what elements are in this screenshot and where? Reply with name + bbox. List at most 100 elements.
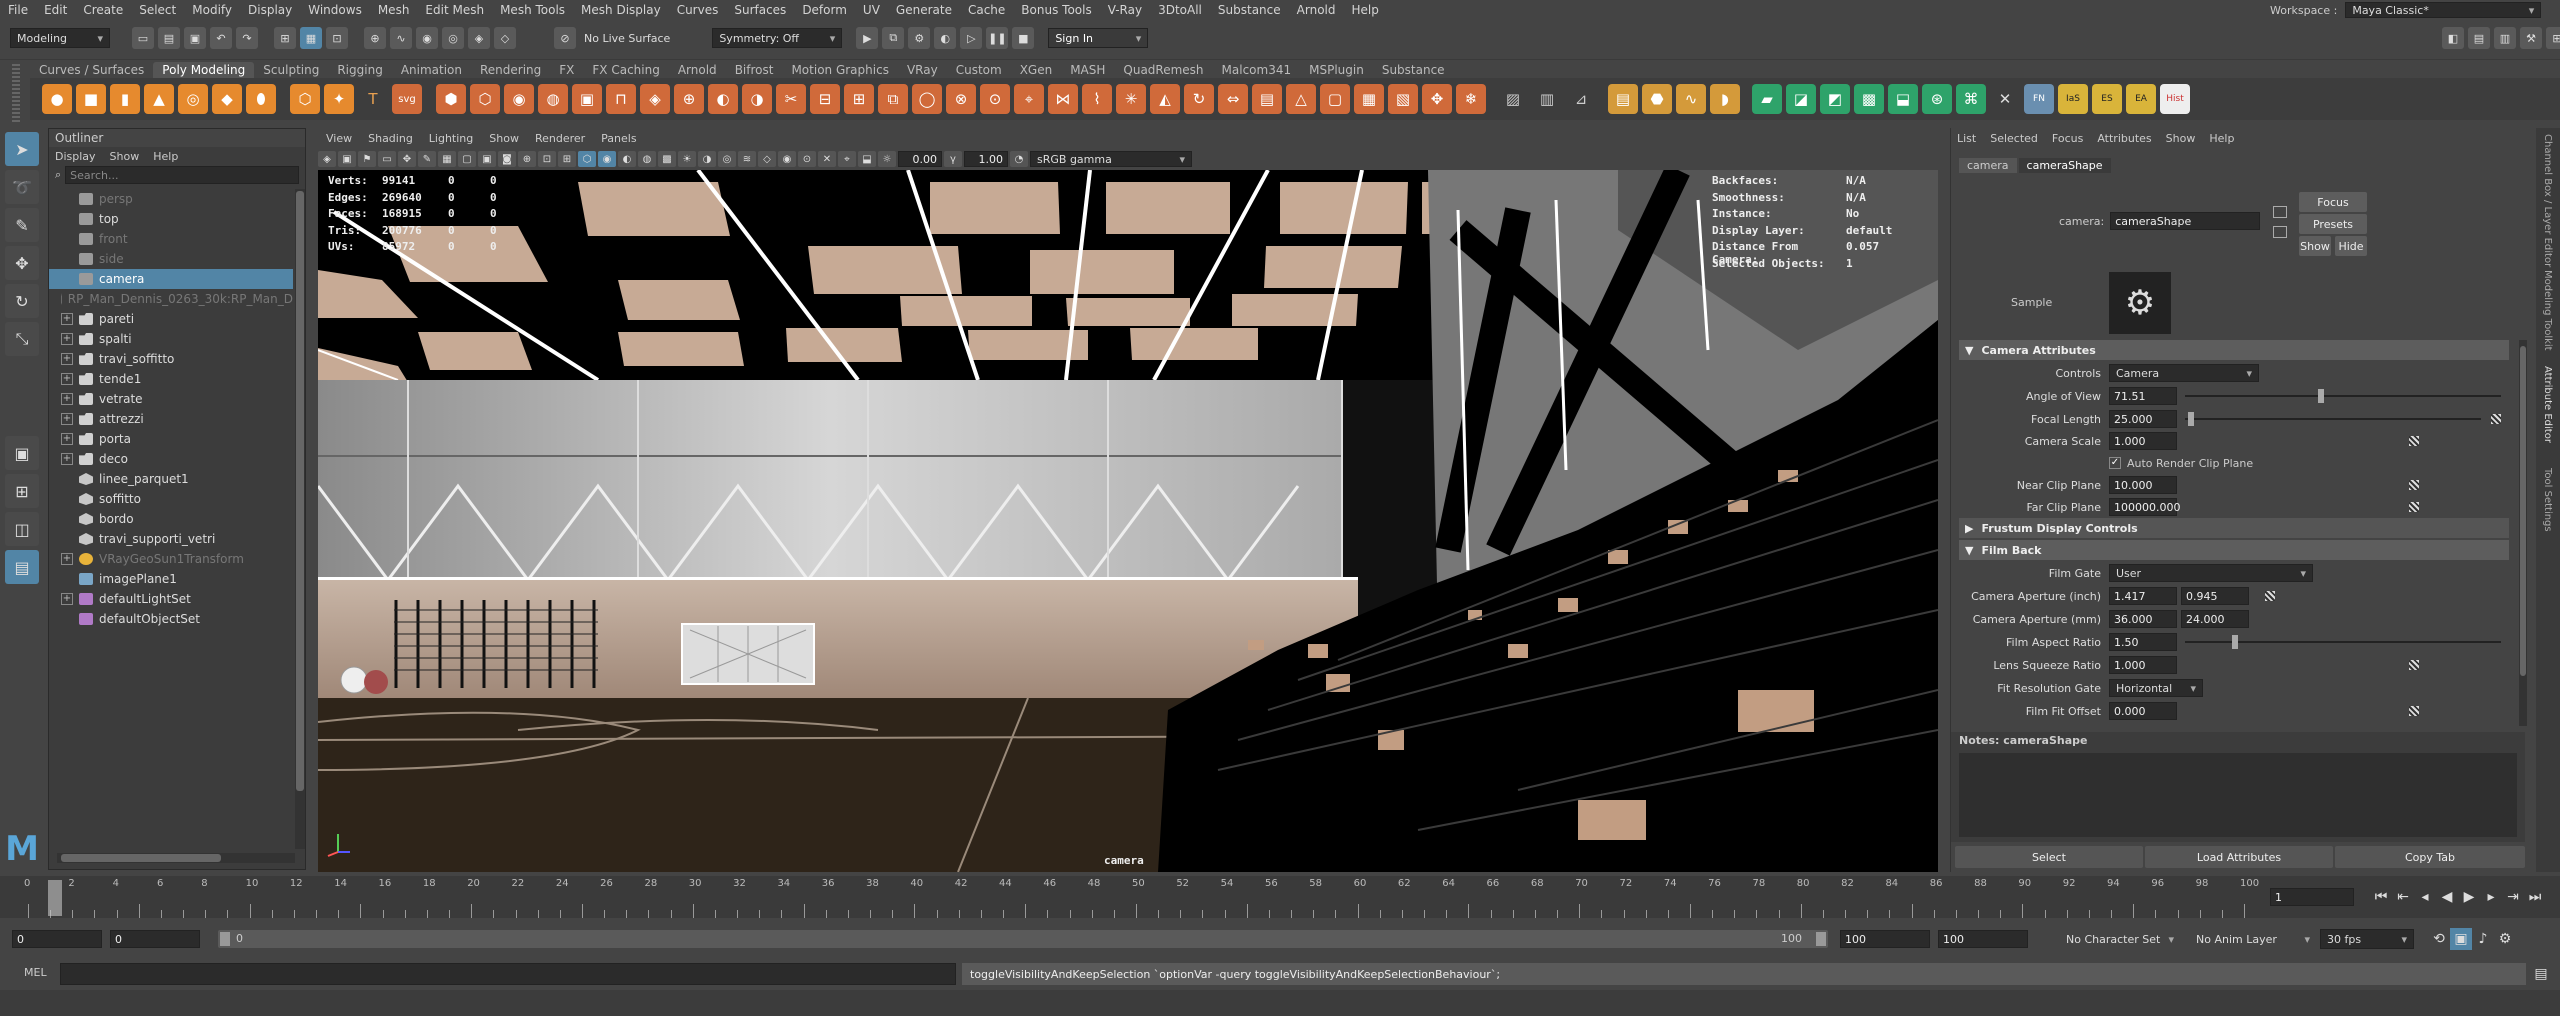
remesh-icon[interactable]: ▧	[1388, 84, 1418, 114]
menu-item[interactable]: Substance	[1210, 3, 1289, 17]
poly-torus-icon[interactable]: ◎	[178, 84, 208, 114]
outliner-item[interactable]: + deco	[49, 449, 293, 469]
current-time-marker[interactable]	[48, 880, 62, 916]
shadows-icon[interactable]: ◑	[698, 151, 716, 167]
copy-tab-button[interactable]: Copy Tab	[2335, 846, 2525, 868]
collapse-icon[interactable]: ⊗	[946, 84, 976, 114]
anim-layer-dropdown[interactable]: No Anim Layer	[2190, 929, 2316, 949]
multi-cut-icon[interactable]: ✂	[776, 84, 806, 114]
menu-item[interactable]: Create	[75, 3, 131, 17]
xray-joints-icon[interactable]: ⌖	[838, 151, 856, 167]
layout-single-icon[interactable]: ▣	[5, 436, 39, 470]
snap-surface-icon[interactable]: ◈	[468, 27, 490, 49]
toggle-tool-settings-icon[interactable]: ⚒	[2520, 27, 2542, 49]
xray-components-icon[interactable]: ⬓	[858, 151, 876, 167]
poly-cube-icon[interactable]: ■	[76, 84, 106, 114]
retopo-icon[interactable]: ▦	[1354, 84, 1384, 114]
expand-icon[interactable]: +	[61, 353, 73, 365]
step-back-key-icon[interactable]: ⇤	[2392, 886, 2414, 908]
script-language-toggle[interactable]: MEL	[24, 966, 47, 979]
character-set-dropdown[interactable]: No Character Set	[2060, 929, 2180, 949]
select-border-icon[interactable]: ▩	[1854, 84, 1884, 114]
viewport-menu-item[interactable]: Panels	[593, 132, 644, 145]
new-scene-icon[interactable]: ▭	[132, 27, 154, 49]
focal-length-knob[interactable]	[2187, 412, 2194, 426]
ae-vscrollbar[interactable]	[2519, 340, 2527, 726]
mirror-icon[interactable]: ⧉	[878, 84, 908, 114]
safe-title-icon[interactable]: ⊞	[558, 151, 576, 167]
channel-box-tab[interactable]: Channel Box / Layer Editor	[2542, 134, 2553, 267]
time-ruler[interactable]: 0 2 4 6 8 10 12 14 16 18 20 22 24 26 28 30 32 34 36 38 40 42 4…	[20, 876, 2260, 918]
menu-item[interactable]: Edit	[36, 3, 75, 17]
select-component-icon[interactable]: ⊡	[326, 27, 348, 49]
expand-icon[interactable]: +	[61, 393, 73, 405]
aperture-inch-y-field[interactable]: 0.945	[2181, 587, 2249, 605]
script-editor-icon[interactable]: ▤	[2530, 963, 2552, 985]
shelf-tab[interactable]: Sculpting	[254, 62, 328, 78]
layout-outliner-icon[interactable]: ▤	[5, 550, 39, 584]
poly-super-shape-icon[interactable]: ✦	[324, 84, 354, 114]
toggle-panel-icon[interactable]: ◧	[2442, 27, 2464, 49]
view-transform-dropdown[interactable]: sRGB gamma	[1030, 151, 1192, 167]
scene-start-field[interactable]: 0	[12, 930, 102, 948]
color-management-icon[interactable]: ◔	[1010, 151, 1028, 167]
symmetry-select-icon[interactable]: ⌘	[1956, 84, 1986, 114]
snap-curve-icon[interactable]: ∿	[390, 27, 412, 49]
outliner-vscroll-thumb[interactable]	[296, 191, 304, 791]
menu-item[interactable]: Mesh Display	[573, 3, 669, 17]
outliner-search-input[interactable]: Search...	[65, 166, 299, 184]
outliner-menu-item[interactable]: Show	[110, 150, 140, 163]
expand-icon[interactable]: +	[61, 553, 73, 565]
insert-edge-loop-icon[interactable]: ⊟	[810, 84, 840, 114]
planar-map-icon[interactable]: ▥	[1532, 84, 1562, 114]
load-attributes-button[interactable]: Load Attributes	[2145, 846, 2333, 868]
convert-selection-icon[interactable]: ⬓	[1888, 84, 1918, 114]
film-fit-offset-field[interactable]: 0.000	[2109, 702, 2177, 720]
shelf-grip[interactable]	[12, 64, 20, 122]
auto-key-icon[interactable]: ▣	[2450, 928, 2472, 950]
outliner-item[interactable]: top	[49, 209, 293, 229]
modeling-toolkit-tab[interactable]: Modeling Toolkit	[2542, 270, 2553, 360]
soft-select-icon[interactable]: ⊛	[1922, 84, 1952, 114]
es-button[interactable]: ES	[2092, 84, 2122, 114]
play-forward-icon[interactable]: ▶	[2458, 886, 2480, 908]
menu-item[interactable]: 3DtoAll	[1150, 3, 1210, 17]
film-gate-icon[interactable]: ▢	[458, 151, 476, 167]
anti-aliasing-icon[interactable]: ◇	[758, 151, 776, 167]
xray-icon[interactable]: ✕	[1990, 84, 2020, 114]
shelf-tab[interactable]: Malcom341	[1213, 62, 1301, 78]
combine-icon[interactable]: ⬢	[436, 84, 466, 114]
open-scene-icon[interactable]: ▤	[158, 27, 180, 49]
step-forward-key-icon[interactable]: ⇥	[2502, 886, 2524, 908]
viewport-menu-item[interactable]: Shading	[360, 132, 421, 145]
expand-icon[interactable]: +	[61, 593, 73, 605]
hist-button[interactable]: Hist	[2160, 84, 2190, 114]
ae-vscroll-thumb[interactable]	[2520, 346, 2526, 676]
isolate-select-icon[interactable]: ⊙	[798, 151, 816, 167]
viewport-menu-item[interactable]: Renderer	[527, 132, 593, 145]
shelf-tab[interactable]: Poly Modeling	[153, 62, 255, 78]
tab-camerashape[interactable]: cameraShape	[2018, 157, 2111, 173]
shelf-tab[interactable]: Arnold	[669, 62, 726, 78]
shelf-tab[interactable]: MSPlugin	[1300, 62, 1373, 78]
shelf-tab[interactable]: VRay	[898, 62, 947, 78]
outliner-item[interactable]: + defaultLightSet	[49, 589, 293, 609]
fit-resolution-dropdown[interactable]: Horizontal	[2109, 679, 2203, 697]
range-left-handle[interactable]	[220, 932, 230, 946]
boolean-icon[interactable]: ◍	[538, 84, 568, 114]
ae-menu-item[interactable]: Help	[2209, 132, 2234, 145]
auto-clip-checkbox[interactable]: ✓	[2109, 457, 2121, 469]
anim-prefs-icon[interactable]: ⚙	[2494, 928, 2516, 950]
focal-length-slider[interactable]	[2185, 412, 2481, 426]
menu-item[interactable]: File	[0, 3, 36, 17]
menu-item[interactable]: Cache	[960, 3, 1013, 17]
menu-item[interactable]: Curves	[669, 3, 727, 17]
append-icon[interactable]: ⊕	[674, 84, 704, 114]
grow-selection-icon[interactable]: ◪	[1786, 84, 1816, 114]
ae-menu-item[interactable]: Selected	[1990, 132, 2038, 145]
outliner-item[interactable]: + attrezzi	[49, 409, 293, 429]
image-plane-icon[interactable]: ▭	[378, 151, 396, 167]
show-button[interactable]: Show	[2299, 236, 2331, 256]
auto-seams-icon[interactable]: ⊿	[1566, 84, 1596, 114]
select-tool-icon[interactable]: ➤	[5, 132, 39, 166]
